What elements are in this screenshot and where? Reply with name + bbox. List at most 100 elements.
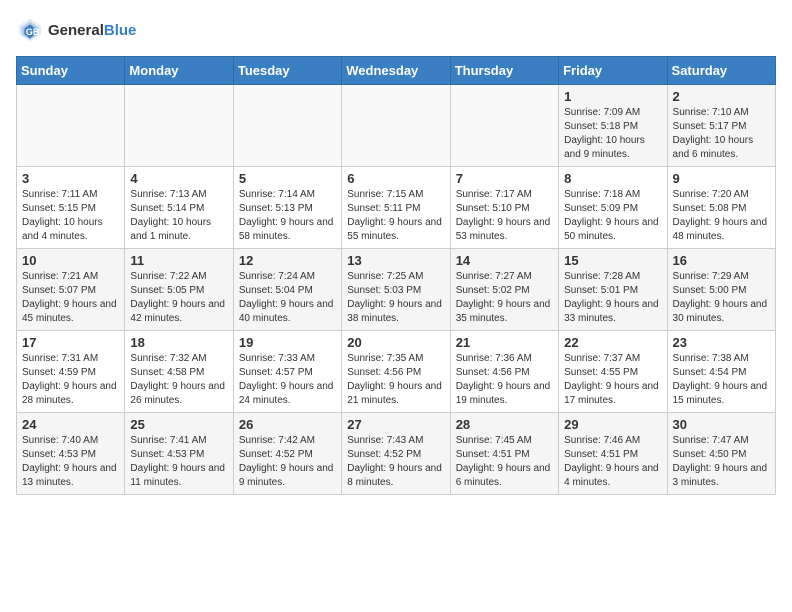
day-number: 12 — [239, 253, 336, 268]
calendar-cell: 15Sunrise: 7:28 AM Sunset: 5:01 PM Dayli… — [559, 249, 667, 331]
day-info: Sunrise: 7:14 AM Sunset: 5:13 PM Dayligh… — [239, 188, 336, 244]
page-header: GB GeneralBlue — [16, 16, 776, 44]
day-number: 5 — [239, 171, 336, 186]
day-number: 30 — [673, 417, 770, 432]
day-info: Sunrise: 7:09 AM Sunset: 5:18 PM Dayligh… — [564, 106, 661, 162]
day-number: 23 — [673, 335, 770, 350]
calendar-cell: 14 Sunrise: 7:27 AM Sunset: 5:02 PM Dayli… — [450, 249, 558, 331]
day-number: 7 — [456, 171, 553, 186]
day-number: 21 — [456, 335, 553, 350]
day-info: Sunrise: 7:47 AM Sunset: 4:50 PM Dayligh… — [673, 434, 770, 490]
calendar-cell: 22 Sunrise: 7:37 AM Sunset: 4:55 PM Dayli… — [559, 331, 667, 413]
day-number: 3 — [22, 171, 119, 186]
calendar-cell — [450, 85, 558, 167]
day-info: Sunrise: 7:20 AM Sunset: 5:08 PM Dayligh… — [673, 188, 770, 244]
calendar-cell — [17, 85, 125, 167]
calendar-cell: 28 Sunrise: 7:45 AM Sunset: 4:51 PM Dayli… — [450, 413, 558, 495]
day-info: Sunrise: 7:28 AM Sunset: 5:01 PM Dayligh… — [564, 270, 661, 326]
day-number: 19 — [239, 335, 336, 350]
calendar-cell: 21 Sunrise: 7:36 AM Sunset: 4:56 PM Dayli… — [450, 331, 558, 413]
calendar-cell: 13Sunrise: 7:25 AM Sunset: 5:03 PM Dayli… — [342, 249, 450, 331]
calendar-cell: 12Sunrise: 7:24 AM Sunset: 5:04 PM Dayli… — [233, 249, 341, 331]
day-info: Sunrise: 7:29 AM Sunset: 5:00 PM Dayligh… — [673, 270, 770, 326]
day-number: 17 — [22, 335, 119, 350]
calendar-cell: 29 Sunrise: 7:46 AM Sunset: 4:51 PM Dayli… — [559, 413, 667, 495]
day-info: Sunrise: 7:46 AM Sunset: 4:51 PM Dayligh… — [564, 434, 661, 490]
calendar-cell: 8 Sunrise: 7:18 AM Sunset: 5:09 PM Daylig… — [559, 167, 667, 249]
calendar-cell: 24 Sunrise: 7:40 AM Sunset: 4:53 PM Dayli… — [17, 413, 125, 495]
calendar-table: SundayMondayTuesdayWednesdayThursdayFrid… — [16, 56, 776, 495]
day-info: Sunrise: 7:45 AM Sunset: 4:51 PM Dayligh… — [456, 434, 553, 490]
calendar-cell — [125, 85, 233, 167]
day-info: Sunrise: 7:10 AM Sunset: 5:17 PM Dayligh… — [673, 106, 770, 162]
day-info: Sunrise: 7:17 AM Sunset: 5:10 PM Dayligh… — [456, 188, 553, 244]
calendar-cell: 5 Sunrise: 7:14 AM Sunset: 5:13 PM Daylig… — [233, 167, 341, 249]
calendar-cell: 26 Sunrise: 7:42 AM Sunset: 4:52 PM Dayli… — [233, 413, 341, 495]
calendar-cell: 20 Sunrise: 7:35 AM Sunset: 4:56 PM Dayli… — [342, 331, 450, 413]
day-number: 29 — [564, 417, 661, 432]
day-info: Sunrise: 7:13 AM Sunset: 5:14 PM Dayligh… — [130, 188, 227, 244]
day-number: 25 — [130, 417, 227, 432]
day-info: Sunrise: 7:40 AM Sunset: 4:53 PM Dayligh… — [22, 434, 119, 490]
calendar-cell: 9 Sunrise: 7:20 AM Sunset: 5:08 PM Daylig… — [667, 167, 775, 249]
calendar-cell: 10Sunrise: 7:21 AM Sunset: 5:07 PM Dayli… — [17, 249, 125, 331]
day-number: 20 — [347, 335, 444, 350]
day-info: Sunrise: 7:11 AM Sunset: 5:15 PM Dayligh… — [22, 188, 119, 244]
col-header-wednesday: Wednesday — [342, 57, 450, 85]
logo-icon: GB — [16, 16, 44, 44]
logo: GB GeneralBlue — [16, 16, 136, 44]
calendar-cell: 4 Sunrise: 7:13 AM Sunset: 5:14 PM Daylig… — [125, 167, 233, 249]
calendar-cell: 30 Sunrise: 7:47 AM Sunset: 4:50 PM Dayli… — [667, 413, 775, 495]
day-number: 28 — [456, 417, 553, 432]
day-info: Sunrise: 7:32 AM Sunset: 4:58 PM Dayligh… — [130, 352, 227, 408]
calendar-cell: 11Sunrise: 7:22 AM Sunset: 5:05 PM Dayli… — [125, 249, 233, 331]
calendar-cell: 23 Sunrise: 7:38 AM Sunset: 4:54 PM Dayli… — [667, 331, 775, 413]
day-number: 9 — [673, 171, 770, 186]
calendar-cell: 2Sunrise: 7:10 AM Sunset: 5:17 PM Daylig… — [667, 85, 775, 167]
calendar-cell — [233, 85, 341, 167]
day-info: Sunrise: 7:42 AM Sunset: 4:52 PM Dayligh… — [239, 434, 336, 490]
calendar-cell: 18 Sunrise: 7:32 AM Sunset: 4:58 PM Dayli… — [125, 331, 233, 413]
calendar-cell: 27 Sunrise: 7:43 AM Sunset: 4:52 PM Dayli… — [342, 413, 450, 495]
day-number: 13 — [347, 253, 444, 268]
day-info: Sunrise: 7:36 AM Sunset: 4:56 PM Dayligh… — [456, 352, 553, 408]
day-number: 8 — [564, 171, 661, 186]
calendar-cell: 6 Sunrise: 7:15 AM Sunset: 5:11 PM Daylig… — [342, 167, 450, 249]
day-number: 18 — [130, 335, 227, 350]
calendar-cell — [342, 85, 450, 167]
day-info: Sunrise: 7:41 AM Sunset: 4:53 PM Dayligh… — [130, 434, 227, 490]
day-number: 1 — [564, 89, 661, 104]
col-header-saturday: Saturday — [667, 57, 775, 85]
calendar-cell: 16 Sunrise: 7:29 AM Sunset: 5:00 PM Dayli… — [667, 249, 775, 331]
day-info: Sunrise: 7:38 AM Sunset: 4:54 PM Dayligh… — [673, 352, 770, 408]
day-number: 14 — [456, 253, 553, 268]
day-info: Sunrise: 7:27 AM Sunset: 5:02 PM Dayligh… — [456, 270, 553, 326]
col-header-tuesday: Tuesday — [233, 57, 341, 85]
day-info: Sunrise: 7:37 AM Sunset: 4:55 PM Dayligh… — [564, 352, 661, 408]
day-number: 27 — [347, 417, 444, 432]
col-header-thursday: Thursday — [450, 57, 558, 85]
day-info: Sunrise: 7:35 AM Sunset: 4:56 PM Dayligh… — [347, 352, 444, 408]
svg-text:GB: GB — [26, 27, 40, 37]
day-number: 24 — [22, 417, 119, 432]
day-number: 22 — [564, 335, 661, 350]
col-header-friday: Friday — [559, 57, 667, 85]
calendar-cell: 25 Sunrise: 7:41 AM Sunset: 4:53 PM Dayli… — [125, 413, 233, 495]
logo-text: GeneralBlue — [48, 22, 136, 39]
day-info: Sunrise: 7:43 AM Sunset: 4:52 PM Dayligh… — [347, 434, 444, 490]
calendar-cell: 19Sunrise: 7:33 AM Sunset: 4:57 PM Dayli… — [233, 331, 341, 413]
day-info: Sunrise: 7:31 AM Sunset: 4:59 PM Dayligh… — [22, 352, 119, 408]
day-info: Sunrise: 7:18 AM Sunset: 5:09 PM Dayligh… — [564, 188, 661, 244]
calendar-cell: 7 Sunrise: 7:17 AM Sunset: 5:10 PM Daylig… — [450, 167, 558, 249]
col-header-monday: Monday — [125, 57, 233, 85]
day-number: 6 — [347, 171, 444, 186]
day-number: 26 — [239, 417, 336, 432]
day-number: 4 — [130, 171, 227, 186]
calendar-cell: 3 Sunrise: 7:11 AM Sunset: 5:15 PM Daylig… — [17, 167, 125, 249]
day-number: 11 — [130, 253, 227, 268]
calendar-cell: 17 Sunrise: 7:31 AM Sunset: 4:59 PM Dayli… — [17, 331, 125, 413]
day-number: 16 — [673, 253, 770, 268]
calendar-cell: 1 Sunrise: 7:09 AM Sunset: 5:18 PM Daylig… — [559, 85, 667, 167]
col-header-sunday: Sunday — [17, 57, 125, 85]
day-info: Sunrise: 7:15 AM Sunset: 5:11 PM Dayligh… — [347, 188, 444, 244]
